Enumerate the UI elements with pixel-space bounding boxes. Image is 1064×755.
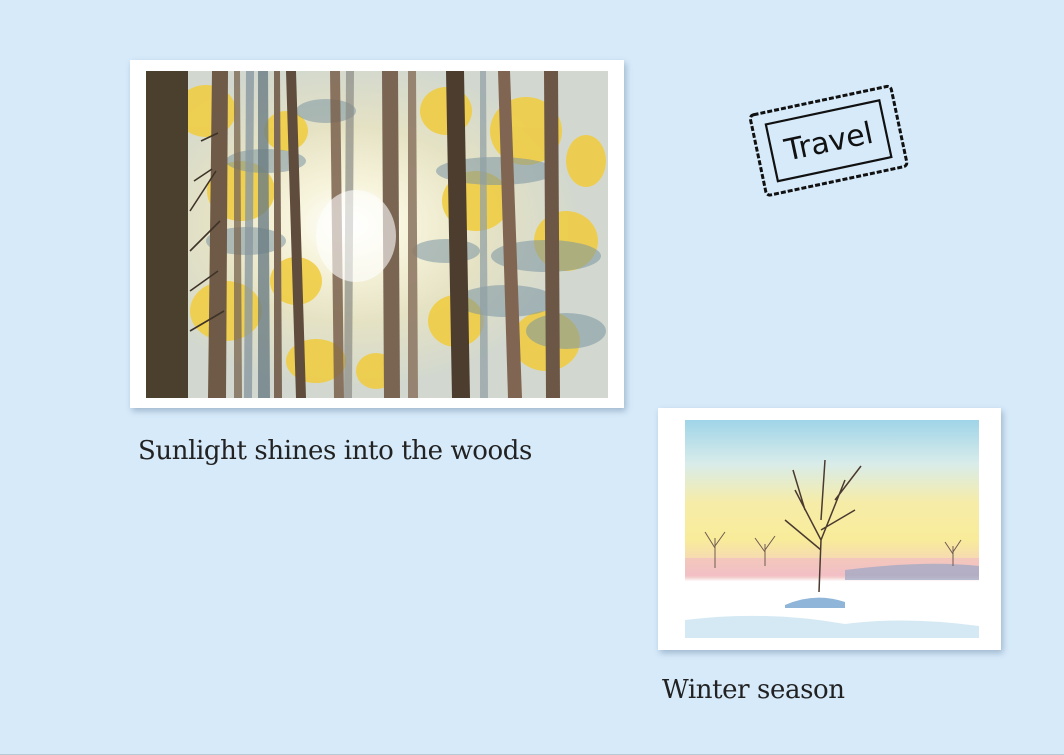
winter-painting-card — [658, 408, 1001, 650]
forest-caption: Sunlight shines into the woods — [138, 436, 532, 466]
winter-watercolor-painting — [685, 420, 979, 638]
winter-caption: Winter season — [662, 675, 845, 705]
travel-stamp: Travel — [736, 72, 918, 204]
forest-watercolor-painting — [146, 71, 608, 398]
forest-painting-card — [130, 60, 624, 408]
stamp-text: Travel — [781, 116, 876, 169]
